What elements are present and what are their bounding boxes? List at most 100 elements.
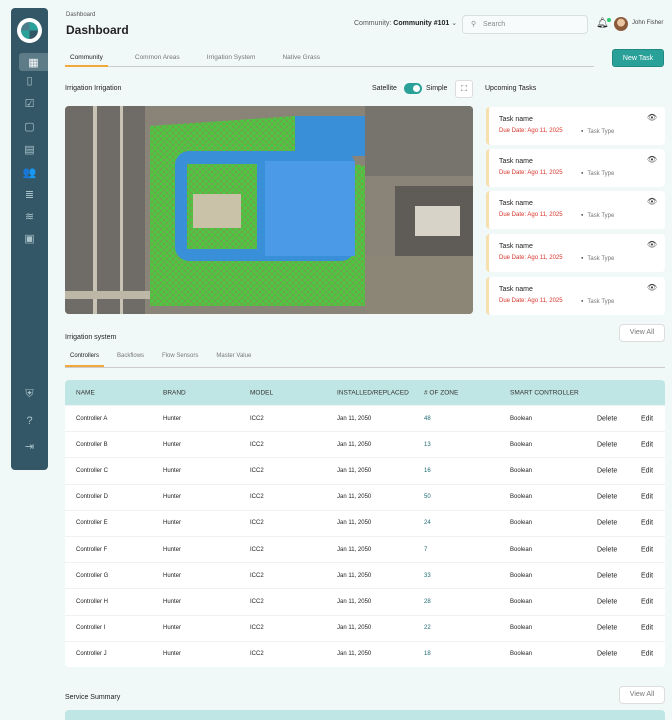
delete-button[interactable]: Delete [597, 546, 617, 553]
map-mode-toggle[interactable] [404, 83, 422, 94]
service-summary-table-header [65, 710, 665, 720]
map-icon[interactable]: ▯ [11, 71, 48, 89]
cell-installed: Jan 11, 2050 [337, 441, 372, 448]
tab-native-grass[interactable]: Native Grass [277, 48, 320, 66]
breadcrumb[interactable]: Dashboard [66, 12, 95, 18]
delete-button[interactable]: Delete [597, 494, 617, 501]
view-all-button[interactable]: View All [619, 686, 665, 704]
edit-button[interactable]: Edit [641, 572, 653, 579]
edit-button[interactable]: Edit [641, 598, 653, 605]
main-tabs: Community Common Areas Irrigation System… [65, 48, 594, 67]
user-name[interactable]: John Fisher [632, 20, 663, 26]
edit-button[interactable]: Edit [641, 546, 653, 553]
eye-icon[interactable]: 👁︎ [647, 197, 657, 206]
tab-community[interactable]: Community [65, 48, 108, 67]
notification-dot [606, 18, 611, 22]
clipboard-icon[interactable]: ▢ [11, 117, 48, 135]
cell-installed: Jan 11, 2050 [337, 494, 372, 501]
edit-button[interactable]: Edit [641, 520, 653, 527]
sidebar: ▦ ▯ ☑ ▢ ▤ 👥 ≣ ≋ ▣ ⛨ ? ⇥ [11, 8, 48, 470]
cell-installed: Jan 11, 2050 [337, 415, 372, 422]
search-input[interactable]: ⚲ Search [462, 15, 588, 34]
help-icon[interactable]: ? [11, 412, 48, 430]
table-row[interactable]: Controller G Hunter ICC2 Jan 11, 2050 33 Bool… [65, 562, 665, 588]
cell-brand: Hunter [163, 546, 182, 553]
tab-irrigation-system[interactable]: Irrigation System [202, 48, 256, 66]
bell-icon[interactable]: 🔔︎ [596, 18, 611, 29]
edit-button[interactable]: Edit [641, 494, 653, 501]
list-icon[interactable]: ≣ [11, 185, 48, 203]
shield-icon[interactable]: ⛨ [11, 385, 48, 403]
col-zones[interactable]: # OF ZONE [424, 389, 458, 396]
table-row[interactable]: Controller E Hunter ICC2 Jan 11, 2050 24 Bool… [65, 509, 665, 536]
task-card[interactable]: Task name Due Date: Ago 11, 2025 Task Type… [486, 191, 665, 229]
cell-name: Controller G [76, 572, 109, 579]
col-installed[interactable]: INSTALLED/REPLACED [337, 389, 423, 396]
eye-icon[interactable]: 👁︎ [647, 283, 657, 292]
delete-button[interactable]: Delete [597, 598, 617, 605]
col-brand[interactable]: BRAND [163, 389, 186, 396]
task-card[interactable]: Task name Due Date: Ago 11, 2025 Task Type… [486, 277, 665, 315]
table-row[interactable]: Controller D Hunter ICC2 Jan 11, 2050 50 Bool… [65, 483, 665, 510]
new-task-button[interactable]: New Task [612, 49, 664, 67]
delete-button[interactable]: Delete [597, 572, 617, 579]
tab-common-areas[interactable]: Common Areas [130, 48, 180, 66]
task-card[interactable]: Task name Due Date: Ago 11, 2025 Task Type… [486, 107, 665, 145]
document-icon[interactable]: ▤ [11, 140, 48, 158]
tab-flow-sensors[interactable]: Flow Sensors [157, 349, 203, 367]
users-icon[interactable]: 👥 [11, 163, 48, 181]
cell-name: Controller C [76, 467, 109, 474]
cell-brand: Hunter [163, 598, 182, 605]
cell-model: ICC2 [250, 415, 264, 422]
edit-button[interactable]: Edit [641, 625, 653, 632]
table-row[interactable]: Controller F Hunter ICC2 Jan 11, 2050 7 Boole… [65, 535, 665, 562]
task-card[interactable]: Task name Due Date: Ago 11, 2025 Task Type… [486, 149, 665, 187]
col-name[interactable]: NAME [76, 389, 95, 396]
cell-smart-controller: Boolean [510, 441, 533, 448]
table-row[interactable]: Controller I Hunter ICC2 Jan 11, 2050 22 Bool… [65, 614, 665, 641]
delete-button[interactable]: Delete [597, 415, 617, 422]
edit-button[interactable]: Edit [641, 441, 653, 448]
view-all-button[interactable]: View All [619, 324, 665, 342]
table-row[interactable]: Controller H Hunter ICC2 Jan 11, 2050 28 Bool… [65, 588, 665, 614]
edit-button[interactable]: Edit [641, 467, 653, 474]
eye-icon[interactable]: 👁︎ [647, 155, 657, 164]
cell-smart-controller: Boolean [510, 651, 533, 658]
table-row[interactable]: Controller B Hunter ICC2 Jan 11, 2050 13 Bool… [65, 431, 665, 457]
delete-button[interactable]: Delete [597, 441, 617, 448]
task-name: Task name [499, 116, 533, 123]
edit-button[interactable]: Edit [641, 651, 653, 658]
table-row[interactable]: Controller C Hunter ICC2 Jan 11, 2050 16 Bool… [65, 457, 665, 483]
table-row[interactable]: Controller J Hunter ICC2 Jan 11, 2050 18 Bool… [65, 640, 665, 667]
cell-installed: Jan 11, 2050 [337, 520, 372, 527]
checklist-icon[interactable]: ☑ [11, 94, 48, 112]
col-smart-controller[interactable]: SMART CONTROLLER [510, 389, 579, 396]
delete-button[interactable]: Delete [597, 467, 617, 474]
cell-smart-controller: Boolean [510, 415, 533, 422]
cell-name: Controller D [76, 494, 109, 501]
tab-master-value[interactable]: Master Value [211, 349, 256, 367]
logout-icon[interactable]: ⇥ [11, 437, 48, 455]
dashboard-icon[interactable]: ▦ [19, 53, 48, 71]
eye-icon[interactable]: 👁︎ [647, 113, 657, 122]
satellite-map[interactable] [65, 106, 473, 314]
task-card[interactable]: Task name Due Date: Ago 11, 2025 Task Type… [486, 234, 665, 272]
col-model[interactable]: MODEL [250, 389, 273, 396]
task-due-date: Due Date: Ago 11, 2025 [499, 212, 563, 218]
cell-model: ICC2 [250, 651, 264, 658]
delete-button[interactable]: Delete [597, 625, 617, 632]
delete-button[interactable]: Delete [597, 651, 617, 658]
logo[interactable] [17, 18, 42, 43]
community-selector[interactable]: Community: Community #101 ⌄ [354, 19, 457, 27]
delete-button[interactable]: Delete [597, 520, 617, 527]
cell-model: ICC2 [250, 598, 264, 605]
tab-backflows[interactable]: Backflows [112, 349, 149, 367]
avatar[interactable] [614, 17, 628, 31]
eye-icon[interactable]: 👁︎ [647, 240, 657, 249]
fullscreen-icon[interactable]: ⛶ [455, 80, 473, 98]
edit-button[interactable]: Edit [641, 415, 653, 422]
water-icon[interactable]: ≋ [11, 207, 48, 225]
contact-icon[interactable]: ▣ [11, 229, 48, 247]
table-row[interactable]: Controller A Hunter ICC2 Jan 11, 2050 48 Bool… [65, 405, 665, 431]
tab-controllers[interactable]: Controllers [65, 349, 105, 367]
